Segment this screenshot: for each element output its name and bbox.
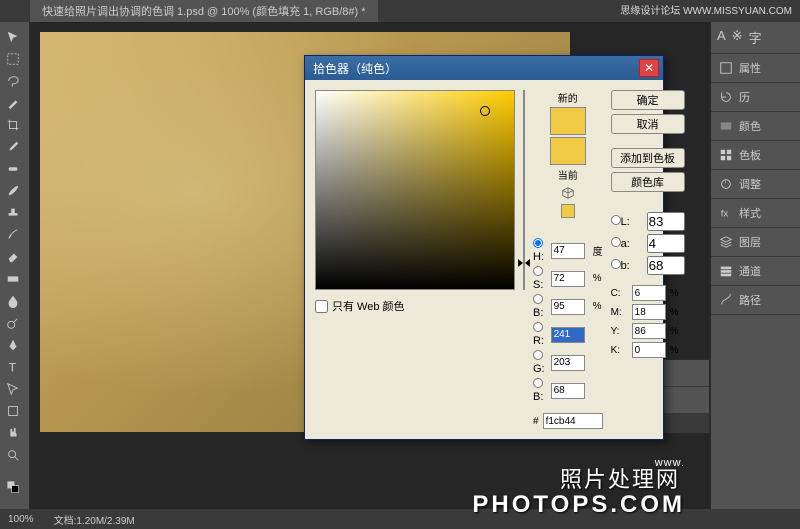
dodge-tool[interactable]: [0, 312, 26, 334]
tools-panel: T: [0, 22, 30, 509]
b-radio[interactable]: B:: [533, 294, 547, 319]
a-input[interactable]: [647, 234, 685, 253]
h-radio[interactable]: H:: [533, 238, 547, 263]
brush-tool[interactable]: [0, 180, 26, 202]
color-lib-button[interactable]: 颜色库: [611, 172, 685, 192]
gradient-tool[interactable]: [0, 268, 26, 290]
watermark-top: 思缘设计论坛 WWW.MISSYUAN.COM: [620, 2, 792, 17]
shape-tool[interactable]: [0, 400, 26, 422]
close-button[interactable]: ✕: [639, 59, 659, 77]
watermark-cn: 照片处理网: [560, 462, 680, 494]
new-label: 新的: [558, 90, 578, 105]
crop-tool[interactable]: [0, 114, 26, 136]
cube-icon[interactable]: [561, 186, 575, 200]
color-field[interactable]: [315, 90, 515, 290]
a-radio[interactable]: a:: [611, 237, 643, 250]
web-only-checkbox[interactable]: 只有 Web 颜色: [315, 298, 515, 314]
g-input[interactable]: [551, 355, 585, 371]
wand-tool[interactable]: [0, 92, 26, 114]
s-input[interactable]: [551, 271, 585, 287]
history-brush-tool[interactable]: [0, 224, 26, 246]
heal-tool[interactable]: [0, 158, 26, 180]
hue-arrow-icon: [525, 259, 530, 267]
h-input[interactable]: [551, 243, 585, 259]
document-tab[interactable]: 快速给照片调出协调的色调 1.psd @ 100% (颜色填充 1, RGB/8…: [30, 0, 378, 22]
panel-channels[interactable]: 通道: [711, 257, 800, 286]
panel-color[interactable]: 颜色: [711, 112, 800, 141]
svg-text:T: T: [9, 360, 17, 374]
r-input[interactable]: [551, 327, 585, 343]
hex-label: #: [533, 416, 539, 427]
color-swatches[interactable]: [0, 472, 26, 502]
panel-adjustments[interactable]: 调整: [711, 170, 800, 199]
g-radio[interactable]: G:: [533, 350, 547, 375]
k-input[interactable]: [632, 342, 666, 358]
current-color-swatch[interactable]: [550, 137, 586, 165]
panel-swatches[interactable]: 色板: [711, 141, 800, 170]
dialog-titlebar[interactable]: 拾色器（纯色） ✕: [305, 56, 663, 80]
path-tool[interactable]: [0, 378, 26, 400]
pen-tool[interactable]: [0, 334, 26, 356]
websafe-swatch[interactable]: [561, 204, 575, 218]
glyph-panel-icon[interactable]: 字: [749, 28, 762, 47]
c-input[interactable]: [632, 285, 666, 301]
char-panel-icon[interactable]: A: [717, 28, 726, 47]
m-input[interactable]: [632, 304, 666, 320]
add-swatch-button[interactable]: 添加到色板: [611, 148, 685, 168]
cancel-button[interactable]: 取消: [611, 114, 685, 134]
eyedropper-tool[interactable]: [0, 136, 26, 158]
hex-input[interactable]: [543, 413, 603, 429]
marquee-tool[interactable]: [0, 48, 26, 70]
stamp-tool[interactable]: [0, 202, 26, 224]
panel-layers[interactable]: 图层: [711, 228, 800, 257]
watermark-brand: PHOTOPS.COM: [472, 491, 685, 519]
b2-input[interactable]: [551, 383, 585, 399]
lb-radio[interactable]: b:: [611, 259, 643, 272]
ok-button[interactable]: 确定: [611, 90, 685, 110]
eraser-tool[interactable]: [0, 246, 26, 268]
move-tool[interactable]: [0, 26, 26, 48]
b2-radio[interactable]: B:: [533, 378, 547, 403]
panel-properties[interactable]: 属性: [711, 54, 800, 83]
dialog-title: 拾色器（纯色）: [313, 60, 397, 77]
y-input[interactable]: [632, 323, 666, 339]
panel-paths[interactable]: 路径: [711, 286, 800, 315]
para-panel-icon[interactable]: ※: [732, 28, 743, 47]
lasso-tool[interactable]: [0, 70, 26, 92]
svg-text:fx: fx: [721, 209, 729, 220]
type-tool[interactable]: T: [0, 356, 26, 378]
l-radio[interactable]: L:: [611, 215, 643, 228]
panel-history[interactable]: 历: [711, 83, 800, 112]
hue-slider[interactable]: [523, 90, 525, 290]
color-picker-dialog: 拾色器（纯色） ✕ 只有 Web 颜色 新的 当前: [304, 55, 664, 440]
s-radio[interactable]: S:: [533, 266, 547, 291]
b-input[interactable]: [551, 299, 585, 315]
web-only-input[interactable]: [315, 300, 328, 313]
l-input[interactable]: [647, 212, 685, 231]
picker-marker: [480, 106, 490, 116]
zoom-level[interactable]: 100%: [8, 514, 34, 525]
current-label: 当前: [558, 167, 578, 182]
hand-tool[interactable]: [0, 422, 26, 444]
r-radio[interactable]: R:: [533, 322, 547, 347]
panel-styles[interactable]: fx样式: [711, 199, 800, 228]
lb-input[interactable]: [647, 256, 685, 275]
doc-size: 文档:1.20M/2.39M: [54, 512, 135, 527]
zoom-tool[interactable]: [0, 444, 26, 466]
blur-tool[interactable]: [0, 290, 26, 312]
right-panels: A ※ 字 属性 历 颜色 色板 调整 fx样式 图层 通道 路径: [710, 22, 800, 509]
new-color-swatch[interactable]: [550, 107, 586, 135]
hue-arrow-icon: [518, 259, 523, 267]
